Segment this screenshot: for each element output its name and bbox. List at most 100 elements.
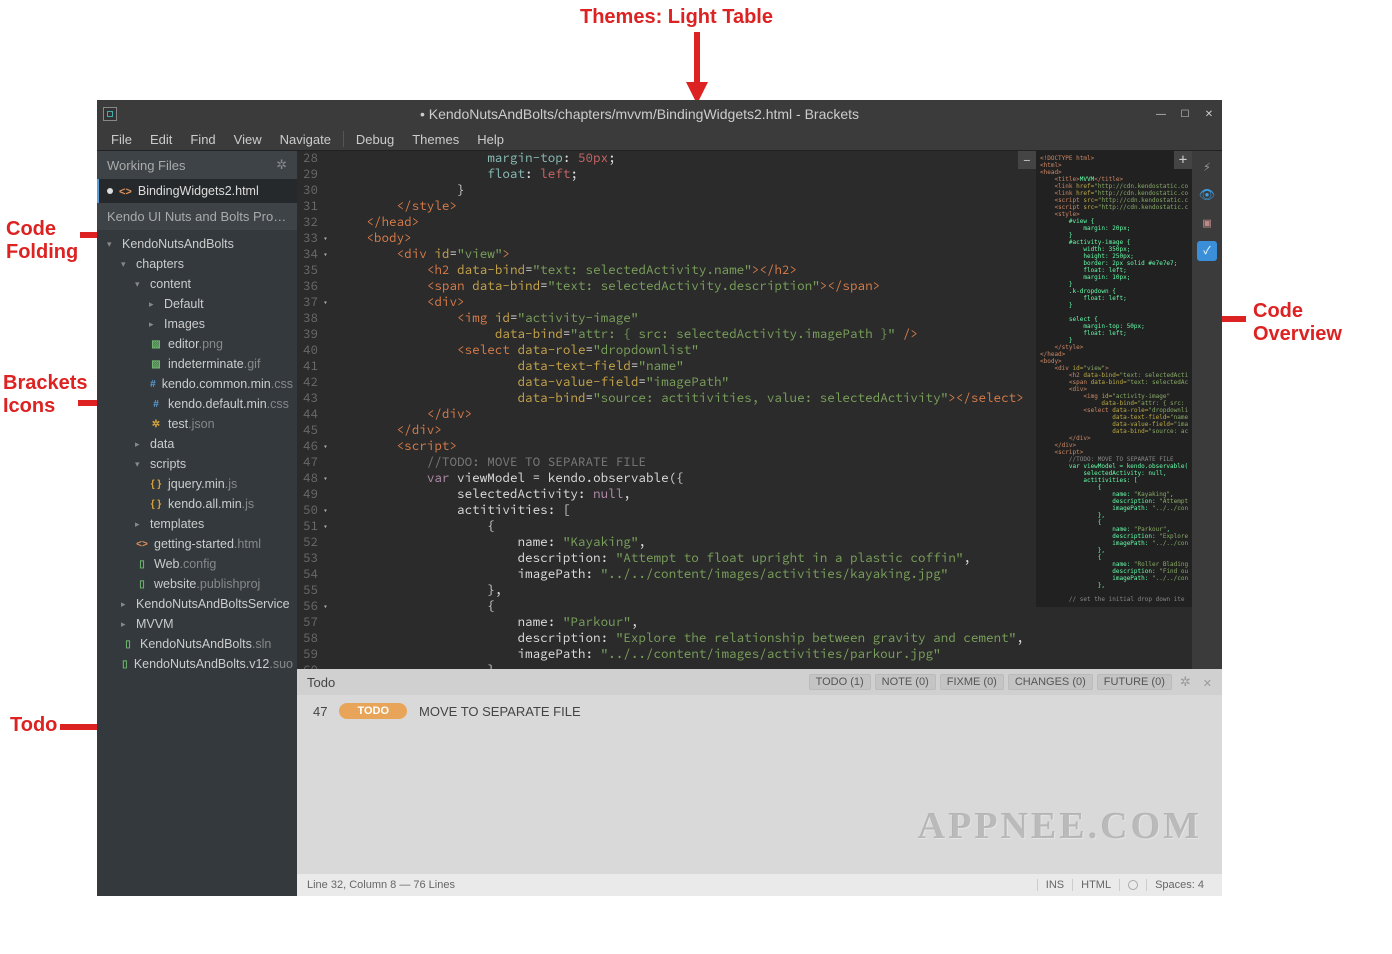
menu-edit[interactable]: Edit xyxy=(142,130,180,149)
gutter-line[interactable]: 46▾ xyxy=(303,439,328,455)
folder-row[interactable]: ▾chapters xyxy=(101,254,297,274)
fold-marker-icon[interactable]: ▾ xyxy=(320,247,328,263)
gutter-line[interactable]: 29 xyxy=(303,167,328,183)
lint-status-icon[interactable] xyxy=(1119,879,1146,891)
file-row[interactable]: ▨editor.png xyxy=(101,334,297,354)
gutter-line[interactable]: 47 xyxy=(303,455,328,471)
indent-mode[interactable]: Spaces: 4 xyxy=(1146,879,1212,891)
fold-marker-icon[interactable]: ▾ xyxy=(320,471,328,487)
language-mode[interactable]: HTML xyxy=(1072,879,1119,891)
file-tree[interactable]: ▾KendoNutsAndBolts▾chapters▾content▸Defa… xyxy=(97,230,297,678)
code-line[interactable]: margin-top: 50px; xyxy=(336,151,1036,167)
gutter-line[interactable]: 49 xyxy=(303,487,328,503)
code-line[interactable]: }, xyxy=(336,663,1036,669)
folder-row[interactable]: ▸MVVM xyxy=(101,614,297,634)
gutter-line[interactable]: 32 xyxy=(303,215,328,231)
code-line[interactable]: <select data-role="dropdownlist" xyxy=(336,343,1036,359)
file-row[interactable]: { }jquery.min.js xyxy=(101,474,297,494)
file-row[interactable]: { }kendo.all.min.js xyxy=(101,494,297,514)
gutter-line[interactable]: 42 xyxy=(303,375,328,391)
menu-navigate[interactable]: Navigate xyxy=(272,130,339,149)
gutter-line[interactable]: 50▾ xyxy=(303,503,328,519)
code-line[interactable]: description: "Explore the relationship b… xyxy=(336,631,1036,647)
gutter-line[interactable]: 30 xyxy=(303,183,328,199)
gutter-line[interactable]: 31 xyxy=(303,199,328,215)
file-row[interactable]: ▯website.publishproj xyxy=(101,574,297,594)
todo-filter[interactable]: TODO (1) xyxy=(809,674,871,690)
gutter-line[interactable]: 51▾ xyxy=(303,519,328,535)
folder-row[interactable]: ▸data xyxy=(101,434,297,454)
file-row[interactable]: ▯KendoNutsAndBolts.sln xyxy=(101,634,297,654)
file-row[interactable]: <>getting-started.html xyxy=(101,534,297,554)
todo-item[interactable]: 47 TODO MOVE TO SEPARATE FILE xyxy=(297,695,1222,727)
menu-find[interactable]: Find xyxy=(182,130,223,149)
code-line[interactable]: <h2 data-bind="text: selectedActivity.na… xyxy=(336,263,1036,279)
gutter-line[interactable]: 43 xyxy=(303,391,328,407)
fold-marker-icon[interactable]: ▾ xyxy=(320,599,328,615)
live-preview-icon[interactable]: ⚡ xyxy=(1197,157,1217,177)
code-line[interactable]: }, xyxy=(336,583,1036,599)
todo-close-icon[interactable] xyxy=(1203,675,1212,690)
file-row[interactable]: ▯Web.config xyxy=(101,554,297,574)
code-line[interactable]: imagePath: "../../content/images/activit… xyxy=(336,567,1036,583)
working-files-header[interactable]: Working Files xyxy=(97,151,297,179)
code-line[interactable]: { xyxy=(336,519,1036,535)
code-line[interactable]: var viewModel = kendo.observable({ xyxy=(336,471,1036,487)
code-line[interactable]: float: left; xyxy=(336,167,1036,183)
menu-file[interactable]: File xyxy=(103,130,140,149)
gutter-line[interactable]: 59 xyxy=(303,647,328,663)
menu-view[interactable]: View xyxy=(226,130,270,149)
code-line[interactable]: name: "Kayaking", xyxy=(336,535,1036,551)
code-line[interactable]: data-bind="source: actitivities, value: … xyxy=(336,391,1036,407)
folder-row[interactable]: ▸templates xyxy=(101,514,297,534)
code-line[interactable]: description: "Attempt to float upright i… xyxy=(336,551,1036,567)
gutter-line[interactable]: 52 xyxy=(303,535,328,551)
project-header[interactable]: Kendo UI Nuts and Bolts Projects xyxy=(97,203,297,230)
fold-marker-icon[interactable]: ▾ xyxy=(320,503,328,519)
folder-row[interactable]: ▸KendoNutsAndBoltsService xyxy=(101,594,297,614)
gutter-line[interactable]: 36 xyxy=(303,279,328,295)
code-line[interactable]: selectedActivity: null, xyxy=(336,487,1036,503)
gutter-line[interactable]: 41 xyxy=(303,359,328,375)
gutter-line[interactable]: 45 xyxy=(303,423,328,439)
show-icon[interactable]: 👁 xyxy=(1197,185,1217,205)
code-line[interactable]: </div> xyxy=(336,423,1036,439)
menu-debug[interactable]: Debug xyxy=(348,130,402,149)
gutter-line[interactable]: 58 xyxy=(303,631,328,647)
code-line[interactable]: imagePath: "../../content/images/activit… xyxy=(336,647,1036,663)
code-line[interactable]: </style> xyxy=(336,199,1036,215)
code-line[interactable]: </div> xyxy=(336,407,1036,423)
file-row[interactable]: #kendo.common.min.css xyxy=(101,374,297,394)
gutter-line[interactable]: 44 xyxy=(303,407,328,423)
menu-help[interactable]: Help xyxy=(469,130,512,149)
gear-icon[interactable] xyxy=(276,157,287,173)
code-line[interactable]: <div id="view"> xyxy=(336,247,1036,263)
minimap-decrease-button[interactable]: − xyxy=(1018,151,1036,169)
check-icon[interactable]: ✓ xyxy=(1197,241,1217,261)
code-line[interactable]: </head> xyxy=(336,215,1036,231)
code-line[interactable]: data-text-field="name" xyxy=(336,359,1036,375)
menu-themes[interactable]: Themes xyxy=(404,130,467,149)
code-line[interactable]: { xyxy=(336,599,1036,615)
code-line[interactable]: <body> xyxy=(336,231,1036,247)
folder-row[interactable]: ▾KendoNutsAndBolts xyxy=(101,234,297,254)
working-file-item[interactable]: BindingWidgets2.html xyxy=(97,179,297,203)
fold-marker-icon[interactable]: ▾ xyxy=(320,519,328,535)
code-line[interactable]: data-bind="attr: { src: selectedActivity… xyxy=(336,327,1036,343)
minimize-button[interactable]: — xyxy=(1154,107,1168,121)
code-line[interactable]: actitivities: [ xyxy=(336,503,1036,519)
todo-filter[interactable]: FUTURE (0) xyxy=(1097,674,1172,690)
code-line[interactable]: data-value-field="imagePath" xyxy=(336,375,1036,391)
insert-mode[interactable]: INS xyxy=(1037,879,1072,891)
todo-filter[interactable]: CHANGES (0) xyxy=(1008,674,1093,690)
folder-row[interactable]: ▸Default xyxy=(101,294,297,314)
file-row[interactable]: ▨indeterminate.gif xyxy=(101,354,297,374)
gutter-line[interactable]: 37▾ xyxy=(303,295,328,311)
gutter-line[interactable]: 40 xyxy=(303,343,328,359)
folder-row[interactable]: ▾content xyxy=(101,274,297,294)
gutter-line[interactable]: 48▾ xyxy=(303,471,328,487)
gutter-line[interactable]: 28 xyxy=(303,151,328,167)
maximize-button[interactable]: ☐ xyxy=(1178,107,1192,121)
gutter-line[interactable]: 33▾ xyxy=(303,231,328,247)
gutter-line[interactable]: 56▾ xyxy=(303,599,328,615)
